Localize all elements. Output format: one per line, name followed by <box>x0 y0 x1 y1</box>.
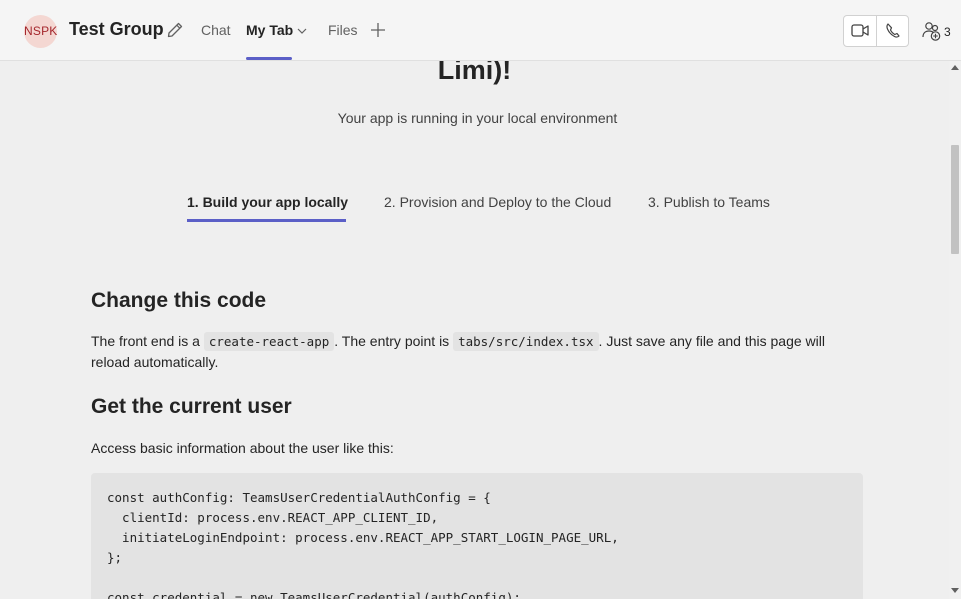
step-tab-publish[interactable]: 3. Publish to Teams <box>648 194 770 210</box>
active-tab-indicator <box>246 57 292 60</box>
welcome-heading: Limi)! <box>437 61 512 85</box>
section-heading-current-user: Get the current user <box>91 395 292 418</box>
scroll-down-arrow-icon[interactable] <box>951 588 959 593</box>
welcome-subtitle: Your app is running in your local enviro… <box>337 110 618 126</box>
inline-code-create-react-app: create-react-app <box>203 332 335 351</box>
group-avatar[interactable]: NSPK <box>24 15 57 48</box>
active-step-indicator <box>187 219 346 222</box>
step-tab-provision-deploy[interactable]: 2. Provision and Deploy to the Cloud <box>384 194 611 210</box>
tab-chat[interactable]: Chat <box>201 22 231 38</box>
group-title: Test Group <box>69 19 164 39</box>
call-buttons <box>843 15 909 47</box>
participant-count: 3 <box>944 25 951 39</box>
text-segment: The front end is a <box>91 333 204 349</box>
tab-content: Limi)! Your app is running in your local… <box>0 61 949 599</box>
tab-my-tab[interactable]: My Tab <box>246 22 293 38</box>
code-block: const authConfig: TeamsUserCredentialAut… <box>91 473 863 599</box>
scroll-up-arrow-icon[interactable] <box>951 65 959 70</box>
channel-header: NSPK Test Group Chat My Tab Files 3 <box>0 0 961 61</box>
chevron-down-icon[interactable] <box>297 27 307 35</box>
video-call-icon[interactable] <box>844 16 876 46</box>
tab-files[interactable]: Files <box>328 22 358 38</box>
pencil-icon[interactable] <box>166 21 184 39</box>
phone-call-icon[interactable] <box>877 16 909 46</box>
inline-code-entry-point: tabs/src/index.tsx <box>453 332 599 351</box>
add-tab-icon[interactable] <box>369 21 387 39</box>
vertical-scrollbar[interactable] <box>949 61 961 599</box>
section-text-current-user: Access basic information about the user … <box>91 440 394 456</box>
step-tab-build-locally[interactable]: 1. Build your app locally <box>187 194 348 210</box>
section-text-change-code: The front end is a create-react-app. The… <box>91 331 851 373</box>
text-segment: . The entry point is <box>334 333 454 349</box>
scroll-thumb[interactable] <box>951 145 959 254</box>
section-heading-change-code: Change this code <box>91 289 267 312</box>
